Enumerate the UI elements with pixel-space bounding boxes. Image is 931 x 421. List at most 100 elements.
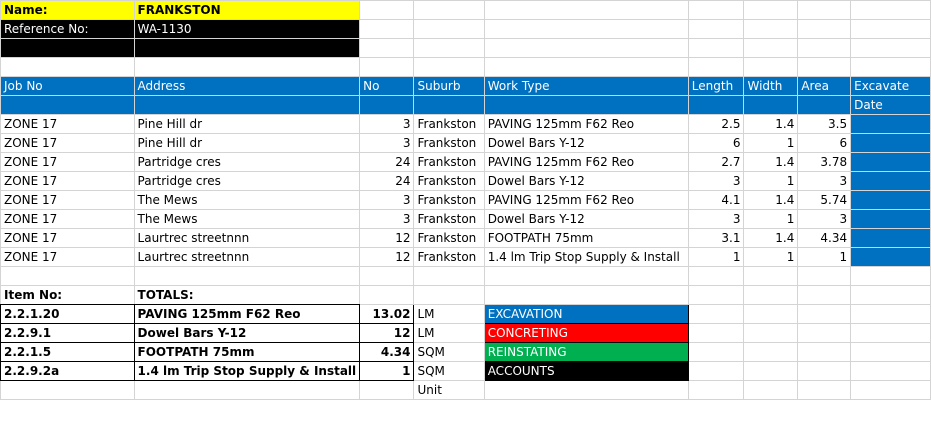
- excavate-date-cell[interactable]: [850, 152, 931, 172]
- item-desc-cell[interactable]: FOOTPATH 75mm: [133, 342, 361, 362]
- cell[interactable]: [743, 361, 799, 381]
- width-cell[interactable]: 1.4: [743, 114, 799, 134]
- cell[interactable]: [0, 57, 135, 77]
- cell[interactable]: [743, 304, 799, 324]
- cell[interactable]: [687, 380, 745, 400]
- cell[interactable]: [797, 38, 852, 58]
- area-cell[interactable]: 3.78: [797, 152, 852, 172]
- work-type-cell[interactable]: Dowel Bars Y-12: [483, 209, 689, 229]
- work-type-cell[interactable]: 1.4 lm Trip Stop Supply & Install: [483, 247, 689, 267]
- job-cell[interactable]: ZONE 17: [0, 209, 135, 229]
- cell[interactable]: [850, 266, 931, 286]
- cell[interactable]: [483, 285, 689, 305]
- cell[interactable]: [850, 380, 931, 400]
- reference-label[interactable]: Reference No:: [0, 19, 135, 39]
- item-no-cell[interactable]: 2.2.9.1: [0, 323, 135, 343]
- item-no-label[interactable]: Item No:: [0, 285, 135, 305]
- cell[interactable]: [850, 38, 931, 58]
- cell[interactable]: [687, 95, 745, 115]
- job-cell[interactable]: ZONE 17: [0, 190, 135, 210]
- item-no-cell[interactable]: 2.2.9.2a: [0, 361, 135, 381]
- cell[interactable]: [413, 95, 485, 115]
- cell[interactable]: [483, 57, 689, 77]
- excavate-date-cell[interactable]: [850, 114, 931, 134]
- cell[interactable]: [850, 285, 931, 305]
- work-type-cell[interactable]: Dowel Bars Y-12: [483, 171, 689, 191]
- cell[interactable]: [483, 266, 689, 286]
- suburb-cell[interactable]: Frankston: [413, 133, 485, 153]
- cell[interactable]: [483, 380, 689, 400]
- job-cell[interactable]: ZONE 17: [0, 133, 135, 153]
- width-cell[interactable]: 1.4: [743, 228, 799, 248]
- cell[interactable]: [133, 380, 361, 400]
- cell[interactable]: [850, 361, 931, 381]
- cell[interactable]: [743, 57, 799, 77]
- cell[interactable]: [797, 361, 852, 381]
- item-no-cell[interactable]: 2.2.1.5: [0, 342, 135, 362]
- cell[interactable]: [0, 38, 135, 58]
- cell[interactable]: [133, 38, 361, 58]
- cell[interactable]: [850, 323, 931, 343]
- cell[interactable]: [797, 342, 852, 362]
- address-cell[interactable]: Pine Hill dr: [133, 114, 361, 134]
- cell[interactable]: [687, 304, 745, 324]
- legend-concreting[interactable]: CONCRETING: [483, 323, 689, 343]
- cell[interactable]: [743, 342, 799, 362]
- item-qty-cell[interactable]: 1: [359, 361, 415, 381]
- cell[interactable]: [850, 342, 931, 362]
- cell[interactable]: [687, 285, 745, 305]
- cell[interactable]: [850, 0, 931, 20]
- area-cell[interactable]: 4.34: [797, 228, 852, 248]
- suburb-cell[interactable]: Frankston: [413, 190, 485, 210]
- suburb-cell[interactable]: Frankston: [413, 247, 485, 267]
- cell[interactable]: [413, 0, 485, 20]
- length-cell[interactable]: 3.1: [687, 228, 745, 248]
- item-unit-cell[interactable]: SQM: [413, 361, 485, 381]
- no-cell[interactable]: 3: [359, 190, 415, 210]
- cell[interactable]: [133, 95, 361, 115]
- col-header-work-type[interactable]: Work Type: [483, 76, 689, 96]
- cell[interactable]: [850, 304, 931, 324]
- cell[interactable]: [413, 266, 485, 286]
- width-cell[interactable]: 1.4: [743, 152, 799, 172]
- cell[interactable]: [797, 0, 852, 20]
- legend-accounts[interactable]: ACCOUNTS: [483, 361, 689, 381]
- cell[interactable]: [413, 38, 485, 58]
- job-cell[interactable]: ZONE 17: [0, 228, 135, 248]
- cell[interactable]: [483, 95, 689, 115]
- cell[interactable]: [359, 19, 415, 39]
- cell[interactable]: [359, 38, 415, 58]
- address-cell[interactable]: Partridge cres: [133, 152, 361, 172]
- item-qty-cell[interactable]: 13.02: [359, 304, 415, 324]
- address-cell[interactable]: Laurtrec streetnnn: [133, 247, 361, 267]
- length-cell[interactable]: 3: [687, 209, 745, 229]
- cell[interactable]: [687, 0, 745, 20]
- cell[interactable]: [743, 0, 799, 20]
- suburb-cell[interactable]: Frankston: [413, 114, 485, 134]
- cell[interactable]: [359, 380, 415, 400]
- col-header-job-no[interactable]: Job No: [0, 76, 135, 96]
- cell[interactable]: [687, 38, 745, 58]
- cell[interactable]: [359, 95, 415, 115]
- cell[interactable]: [743, 323, 799, 343]
- length-cell[interactable]: 1: [687, 247, 745, 267]
- cell[interactable]: [797, 266, 852, 286]
- address-cell[interactable]: The Mews: [133, 190, 361, 210]
- job-cell[interactable]: ZONE 17: [0, 114, 135, 134]
- item-desc-cell[interactable]: Dowel Bars Y-12: [133, 323, 361, 343]
- suburb-cell[interactable]: Frankston: [413, 228, 485, 248]
- address-cell[interactable]: Pine Hill dr: [133, 133, 361, 153]
- reference-value[interactable]: WA-1130: [133, 19, 361, 39]
- col-header-excavate-date[interactable]: Date: [850, 95, 931, 115]
- excavate-date-cell[interactable]: [850, 247, 931, 267]
- cell[interactable]: [413, 57, 485, 77]
- area-cell[interactable]: 5.74: [797, 190, 852, 210]
- width-cell[interactable]: 1.4: [743, 190, 799, 210]
- cell[interactable]: [743, 266, 799, 286]
- item-unit-cell[interactable]: SQM: [413, 342, 485, 362]
- item-unit-cell[interactable]: LM: [413, 304, 485, 324]
- address-cell[interactable]: Laurtrec streetnnn: [133, 228, 361, 248]
- no-cell[interactable]: 3: [359, 209, 415, 229]
- cell[interactable]: [687, 323, 745, 343]
- cell[interactable]: [743, 19, 799, 39]
